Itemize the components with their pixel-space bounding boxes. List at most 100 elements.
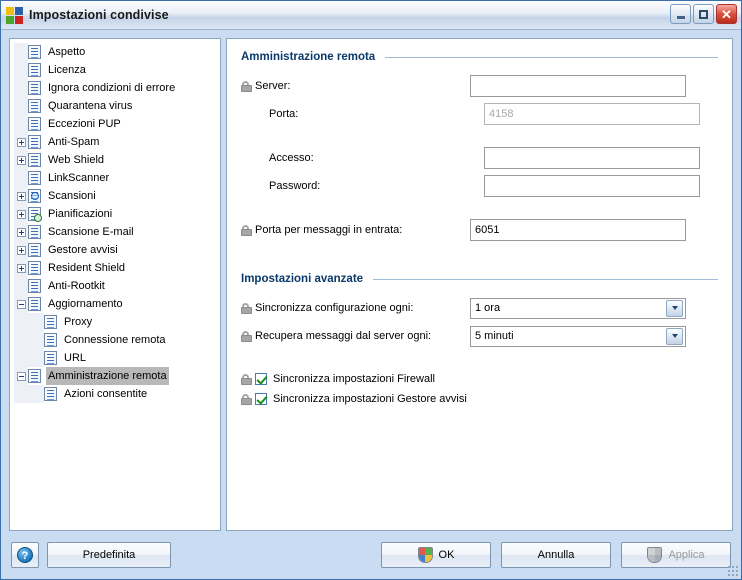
- collapse-icon[interactable]: [16, 371, 26, 381]
- tree-expander[interactable]: [14, 133, 28, 151]
- chevron-down-icon[interactable]: [666, 327, 683, 345]
- expand-icon[interactable]: [16, 245, 26, 255]
- document-icon: [28, 99, 41, 113]
- tree-item-gestore-avvisi[interactable]: Gestore avvisi: [10, 241, 220, 259]
- document-icon: [28, 279, 41, 293]
- tree-item-aggiornamento[interactable]: Aggiornamento: [10, 295, 220, 313]
- tree-item-label: Anti-Spam: [48, 136, 100, 148]
- incoming-port-input[interactable]: [470, 219, 686, 241]
- action-buttons: OK Annulla Applica: [381, 542, 731, 568]
- tree-expander[interactable]: [14, 187, 28, 205]
- password-input[interactable]: [484, 175, 700, 197]
- expand-icon[interactable]: [16, 227, 26, 237]
- tree-item-anti-rootkit[interactable]: Anti-Rootkit: [10, 277, 220, 295]
- help-icon: ?: [17, 547, 33, 563]
- tree-item-url[interactable]: URL: [10, 349, 220, 367]
- server-field-row: Server:: [241, 75, 718, 97]
- tree-item-licenza[interactable]: Licenza: [10, 61, 220, 79]
- tree-item-amministrazione-remota[interactable]: Amministrazione remota: [10, 367, 220, 385]
- tree-guide-lines: [14, 97, 28, 115]
- tree-item-aspetto[interactable]: Aspetto: [10, 43, 220, 61]
- tree-expander[interactable]: [14, 367, 28, 385]
- porta-input[interactable]: [484, 103, 700, 125]
- tree-item-quarantena-virus[interactable]: Quarantena virus: [10, 97, 220, 115]
- tree-gutter: [14, 331, 44, 349]
- document-icon: [28, 225, 41, 239]
- tree-expander[interactable]: [14, 205, 28, 223]
- server-input[interactable]: [470, 75, 686, 97]
- checkbox[interactable]: [255, 373, 267, 385]
- tree-expander[interactable]: [14, 151, 28, 169]
- document-icon: [28, 135, 41, 149]
- document-icon: [28, 369, 41, 383]
- tree-guide-lines: [14, 169, 28, 187]
- tree-guide-lines: [14, 43, 28, 61]
- tree-item-anti-spam[interactable]: Anti-Spam: [10, 133, 220, 151]
- expand-icon[interactable]: [16, 155, 26, 165]
- tree-item-web-shield[interactable]: Web Shield: [10, 151, 220, 169]
- tree-expander[interactable]: [14, 259, 28, 277]
- tree-expander[interactable]: [14, 295, 28, 313]
- apply-button[interactable]: Applica: [621, 542, 731, 568]
- incoming-port-field-row: Porta per messaggi in entrata:: [241, 219, 718, 241]
- checkbox-row[interactable]: Sincronizza impostazioni Gestore avvisi: [241, 389, 718, 409]
- expand-icon[interactable]: [16, 263, 26, 273]
- tree-expander[interactable]: [14, 223, 28, 241]
- help-button[interactable]: ?: [11, 542, 39, 568]
- ok-button[interactable]: OK: [381, 542, 491, 568]
- document-icon: [28, 243, 41, 257]
- maximize-button[interactable]: [693, 4, 714, 24]
- password-label: Password:: [269, 180, 321, 192]
- tree-guide-lines: [14, 115, 28, 133]
- accesso-input[interactable]: [484, 147, 700, 169]
- tree-gutter: [14, 79, 28, 97]
- tree-item-resident-shield[interactable]: Resident Shield: [10, 259, 220, 277]
- window-controls: ✕: [670, 4, 737, 24]
- section-title: Amministrazione remota: [241, 51, 376, 63]
- tree-expander[interactable]: [14, 241, 28, 259]
- expand-icon[interactable]: [16, 191, 26, 201]
- tree-item-label: Aspetto: [48, 46, 86, 58]
- expand-icon[interactable]: [16, 137, 26, 147]
- tree-item-scansioni[interactable]: Scansioni: [10, 187, 220, 205]
- tree-item-label: Gestore avvisi: [48, 244, 118, 256]
- tree-item-eccezioni-pup[interactable]: Eccezioni PUP: [10, 115, 220, 133]
- tree-item-pianificazioni[interactable]: Pianificazioni: [10, 205, 220, 223]
- tree-item-azioni-consentite[interactable]: Azioni consentite: [10, 385, 220, 403]
- tree-item-label: Resident Shield: [48, 262, 126, 274]
- porta-label: Porta:: [269, 108, 299, 120]
- settings-tree[interactable]: Aspetto Licenza Ignora condizioni di error…: [10, 43, 220, 403]
- document-icon: [44, 315, 57, 329]
- tree-gutter: [14, 349, 44, 367]
- schedule-document-icon: [28, 207, 42, 222]
- fetch-messages-select[interactable]: 5 minuti: [470, 325, 686, 347]
- tree-item-connessione-remota[interactable]: Connessione remota: [10, 331, 220, 349]
- tree-guide-lines: [14, 313, 44, 331]
- resize-grip[interactable]: [727, 565, 739, 577]
- tree-item-label: URL: [64, 352, 87, 364]
- accesso-field-row: Accesso:: [241, 147, 718, 169]
- remote-administration-section-header: Amministrazione remota: [241, 51, 718, 63]
- cancel-button[interactable]: Annulla: [501, 542, 611, 568]
- close-button[interactable]: ✕: [716, 4, 737, 24]
- tree-item-proxy[interactable]: Proxy: [10, 313, 220, 331]
- default-button[interactable]: Predefinita: [47, 542, 171, 568]
- padlock-icon: [241, 224, 252, 236]
- document-icon: [44, 351, 57, 365]
- search-document-icon: [28, 189, 41, 203]
- sync-config-select[interactable]: 1 ora: [470, 297, 686, 319]
- section-divider: [385, 56, 718, 58]
- expand-icon[interactable]: [16, 209, 26, 219]
- minimize-button[interactable]: [670, 4, 691, 24]
- collapse-icon[interactable]: [16, 299, 26, 309]
- tree-gutter: [14, 43, 28, 61]
- checkbox-row[interactable]: Sincronizza impostazioni Firewall: [241, 369, 718, 389]
- checkbox[interactable]: [255, 393, 267, 405]
- tree-item-scansione-e-mail[interactable]: Scansione E-mail: [10, 223, 220, 241]
- settings-tree-panel[interactable]: Aspetto Licenza Ignora condizioni di error…: [9, 38, 221, 531]
- fetch-messages-field-row: Recupera messaggi dal server ogni: 5 min…: [241, 325, 718, 347]
- checkbox-spacer: [241, 353, 718, 369]
- tree-item-linkscanner[interactable]: LinkScanner: [10, 169, 220, 187]
- tree-item-ignora-condizioni-di-errore[interactable]: Ignora condizioni di errore: [10, 79, 220, 97]
- chevron-down-icon[interactable]: [666, 299, 683, 317]
